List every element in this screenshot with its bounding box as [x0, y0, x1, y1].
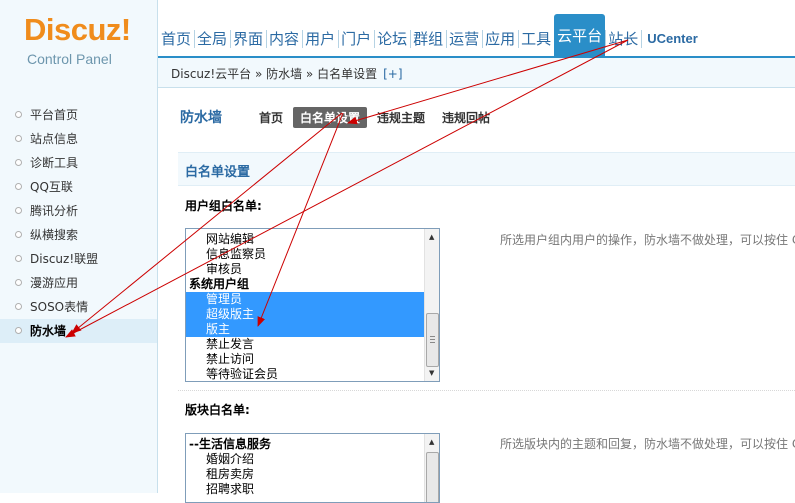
nav-apps[interactable]: 应用	[482, 21, 518, 56]
list-option[interactable]: 网站编辑	[186, 232, 439, 247]
breadcrumb: Discuz!云平台 » 防水墙 » 白名单设置 [+]	[158, 58, 795, 88]
tab-violating-threads[interactable]: 违规主题	[370, 107, 432, 128]
nav-tools[interactable]: 工具	[518, 21, 554, 56]
scroll-down-arrow-icon[interactable]: ▼	[429, 369, 434, 377]
usergroup-whitelist-label: 用户组白名单:	[185, 199, 262, 213]
list-option-selected[interactable]: 管理员	[186, 292, 424, 307]
sidebar-item-site-info[interactable]: 站点信息	[0, 127, 157, 151]
nav-groups[interactable]: 群组	[410, 21, 446, 56]
sidebar-item-label: 纵横搜索	[30, 228, 79, 242]
list-option-selected[interactable]: 超级版主	[186, 307, 424, 322]
sidebar-item-label: Discuz!联盟	[30, 252, 99, 266]
scrollbar-thumb[interactable]	[426, 452, 439, 502]
logo-text: Discuz!	[24, 12, 131, 47]
page-title: 防水墙	[180, 110, 222, 126]
nav-home[interactable]: 首页	[158, 21, 194, 56]
nav-users[interactable]: 用户	[302, 21, 338, 56]
nav-cloud-platform[interactable]: 云平台	[554, 14, 606, 56]
sidebar-item-tencent-analytics[interactable]: 腾讯分析	[0, 199, 157, 223]
bullet-icon	[15, 255, 22, 262]
bullet-icon	[15, 231, 22, 238]
section-title: 白名单设置	[185, 165, 251, 180]
tab-home[interactable]: 首页	[252, 107, 290, 128]
sidebar-item-label: 防水墙	[30, 324, 67, 338]
sub-nav: 防水墙 首页 白名单设置 违规主题 违规回帖	[180, 105, 500, 129]
list-option[interactable]: 信息监察员	[186, 247, 439, 262]
nav-ucenter[interactable]: UCenter	[641, 21, 704, 56]
scroll-up-arrow-icon[interactable]: ▲	[429, 233, 434, 241]
list-option-group: --生活信息服务	[189, 437, 271, 451]
sidebar-item-qq-connect[interactable]: QQ互联	[0, 175, 157, 199]
list-option[interactable]: 审核员	[186, 262, 439, 277]
logo[interactable]: Discuz! Control Panel	[0, 0, 158, 88]
bullet-icon	[15, 303, 22, 310]
sidebar-item-soso-emoji[interactable]: SOSO表情	[0, 295, 157, 319]
sidebar-item-label: 腾讯分析	[30, 204, 79, 218]
nav-webmaster[interactable]: 站长	[605, 21, 641, 56]
sidebar-item-label: 漫游应用	[30, 276, 79, 290]
sidebar-item-discuz-union[interactable]: Discuz!联盟	[0, 247, 157, 271]
nav-portal[interactable]: 门户	[338, 21, 374, 56]
list-option[interactable]: 租房卖房	[186, 467, 439, 482]
bullet-icon	[15, 207, 22, 214]
list-option-group: 系统用户组	[189, 277, 250, 291]
nav-operations[interactable]: 运营	[446, 21, 482, 56]
listbox-scrollbar[interactable]: ▲	[424, 434, 439, 502]
breadcrumb-text: Discuz!云平台 » 防水墙 » 白名单设置	[171, 67, 378, 81]
sidebar-item-platform-home[interactable]: 平台首页	[0, 103, 157, 127]
nav-interface[interactable]: 界面	[230, 21, 266, 56]
bullet-icon	[15, 183, 22, 190]
add-shortcut-link[interactable]: [+]	[383, 67, 402, 81]
scrollbar-thumb[interactable]	[426, 313, 439, 367]
list-option[interactable]: 禁止访问	[186, 352, 439, 367]
sidebar-item-label: 诊断工具	[30, 156, 79, 170]
block-whitelist-tip: 所选版块内的主题和回复，防水墙不做处理，可以按住 C	[500, 437, 795, 451]
sidebar-item-label: 平台首页	[30, 108, 79, 122]
sidebar-item-label: SOSO表情	[30, 300, 89, 314]
listbox-scrollbar[interactable]: ▲ ▼	[424, 229, 439, 381]
nav-global[interactable]: 全局	[194, 21, 230, 56]
tab-violating-replies[interactable]: 违规回帖	[435, 107, 497, 128]
scroll-up-arrow-icon[interactable]: ▲	[429, 438, 434, 446]
sidebar-item-search[interactable]: 纵横搜索	[0, 223, 157, 247]
list-option[interactable]: 等待验证会员	[186, 367, 439, 381]
bullet-icon	[15, 111, 22, 118]
bullet-icon	[15, 135, 22, 142]
top-nav: 首页 全局 界面 内容 用户 门户 论坛 群组 运营 应用 工具 云平台 站长 …	[158, 14, 704, 56]
bullet-icon	[15, 279, 22, 286]
sidebar-item-label: 站点信息	[30, 132, 79, 146]
tab-whitelist[interactable]: 白名单设置	[293, 106, 368, 128]
list-option[interactable]: 婚姻介绍	[186, 452, 439, 467]
list-option[interactable]: 招聘求职	[186, 482, 439, 497]
usergroup-whitelist-select[interactable]: 网站编辑 信息监察员 审核员 系统用户组 管理员 超级版主 版主 禁止发言 禁止…	[185, 228, 440, 382]
row-divider	[178, 390, 795, 391]
list-option-selected[interactable]: 版主	[186, 322, 424, 337]
sidebar-item-firewall[interactable]: 防水墙	[0, 319, 157, 343]
bullet-icon	[15, 327, 22, 334]
sidebar-item-manyou-apps[interactable]: 漫游应用	[0, 271, 157, 295]
nav-forum[interactable]: 论坛	[374, 21, 410, 56]
sidebar-item-diagnostics[interactable]: 诊断工具	[0, 151, 157, 175]
list-option[interactable]: 禁止发言	[186, 337, 439, 352]
main-content: 防水墙 首页 白名单设置 违规主题 违规回帖 白名单设置 用户组白名单: 网站编…	[158, 88, 795, 503]
logo-subtitle: Control Panel	[27, 51, 112, 67]
nav-content[interactable]: 内容	[266, 21, 302, 56]
sidebar-item-label: QQ互联	[30, 180, 73, 194]
bullet-icon	[15, 159, 22, 166]
block-whitelist-label: 版块白名单:	[185, 403, 250, 417]
usergroup-whitelist-tip: 所选用户组内用户的操作，防水墙不做处理，可以按住 C	[500, 233, 795, 247]
sidebar: 平台首页 站点信息 诊断工具 QQ互联 腾讯分析 纵横搜索 Discuz!联盟 …	[0, 88, 158, 493]
section-header: 白名单设置	[178, 152, 795, 186]
